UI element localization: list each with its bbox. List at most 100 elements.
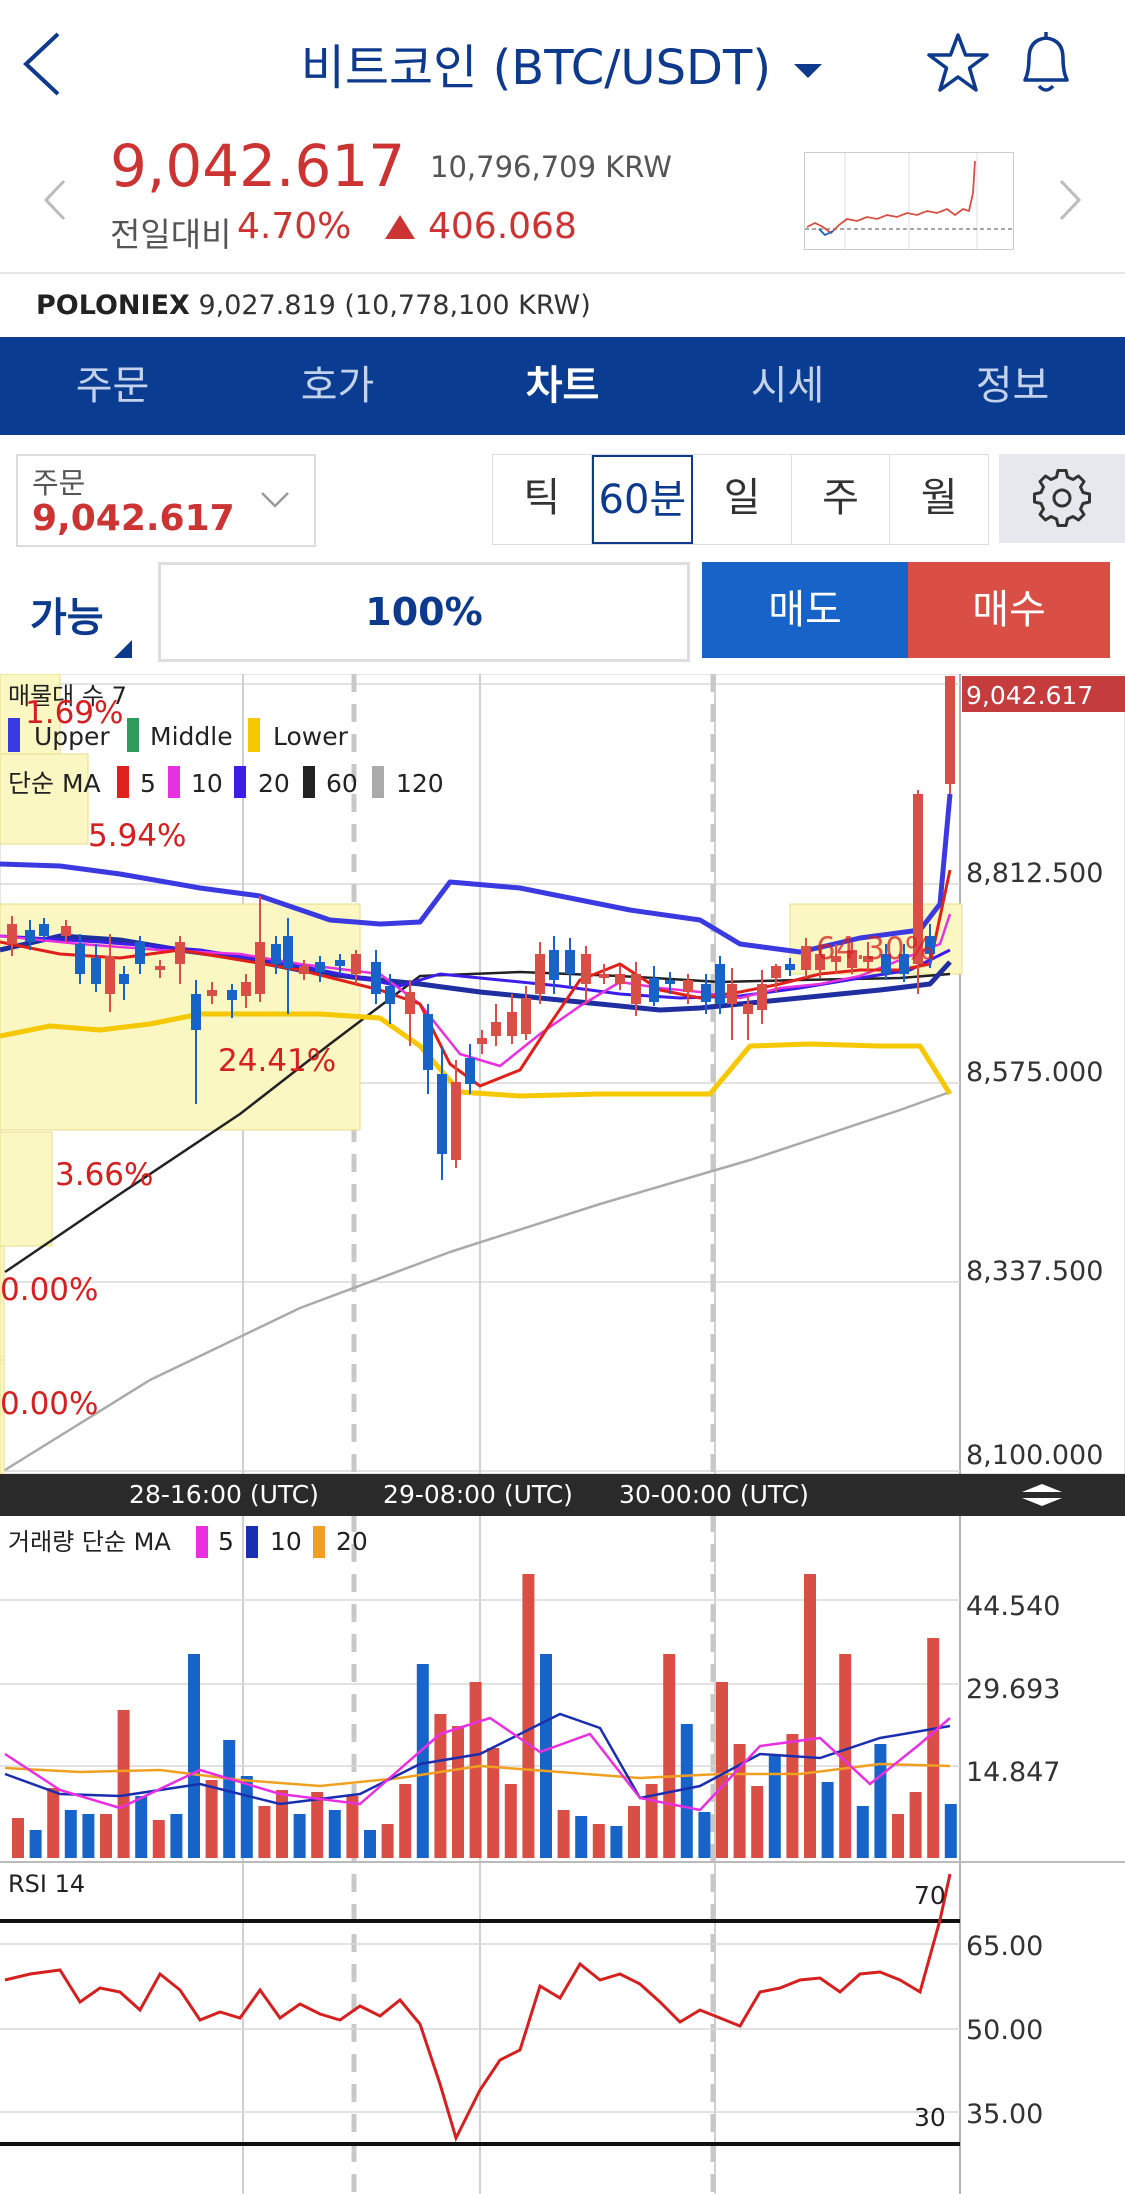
period-60min[interactable]: 60분	[591, 455, 694, 544]
buy-button[interactable]: 매수	[908, 562, 1110, 658]
sell-button[interactable]: 매도	[702, 562, 908, 658]
percent-selector[interactable]: 100%	[158, 562, 690, 662]
chart-settings-button[interactable]	[999, 454, 1125, 543]
x-tick: 28-16:00 (UTC)	[129, 1480, 319, 1509]
change-label: 전일대비	[110, 215, 232, 254]
volume-bar	[716, 1682, 728, 1858]
candle-body	[39, 924, 49, 936]
change-percent: 4.70%	[237, 206, 352, 247]
next-coin-arrow-icon[interactable]	[1055, 175, 1085, 225]
volume-bar	[856, 1806, 869, 1858]
sparkline-mini-chart[interactable]	[804, 152, 1014, 250]
volume-bar	[927, 1638, 940, 1858]
period-tick[interactable]: 틱	[493, 455, 592, 544]
candle-body	[207, 990, 217, 996]
dropdown-caret-icon	[794, 64, 823, 78]
candle-body	[631, 974, 641, 1004]
candle-body	[615, 974, 625, 984]
legend-swatch	[313, 1526, 325, 1558]
change-amount: 406.068	[428, 206, 577, 247]
volume-bar	[751, 1786, 764, 1858]
volume-bar	[663, 1654, 676, 1858]
candle-body	[565, 950, 575, 974]
y-tick: 65.00	[966, 1931, 1043, 1962]
candle-body	[757, 984, 767, 1010]
rsi-label: RSI 14	[8, 1870, 85, 1898]
candle-body	[175, 942, 185, 964]
volume-bar	[240, 1776, 253, 1858]
vp-label: 3.66%	[55, 1157, 153, 1193]
divider	[0, 272, 1125, 274]
candle-body	[727, 984, 737, 1004]
tab-chart[interactable]: 차트	[450, 337, 675, 435]
candle-body	[945, 676, 955, 784]
volume-bar	[223, 1740, 236, 1858]
candle-body	[299, 966, 309, 974]
legend-label: 120	[396, 769, 444, 798]
candle-body	[371, 962, 381, 994]
y-tick: 14.847	[966, 1757, 1060, 1788]
tab-market[interactable]: 시세	[675, 337, 900, 435]
volume-bar	[258, 1806, 271, 1858]
candle-body	[191, 994, 201, 1030]
period-day[interactable]: 일	[693, 455, 792, 544]
volume-bar	[610, 1826, 623, 1858]
vp-label: 0.00%	[0, 1272, 98, 1308]
volume-ma-label: 거래량 단순 MA	[8, 1528, 171, 1556]
volume-bar	[786, 1734, 799, 1858]
bell-icon[interactable]	[1013, 28, 1079, 98]
prev-coin-arrow-icon[interactable]	[40, 175, 70, 225]
last-price-label: 9,042.617	[966, 681, 1093, 710]
candle-body	[649, 978, 659, 1002]
volume-bar	[311, 1792, 324, 1858]
volume-profile-box	[0, 1131, 53, 1247]
krw-price: 10,796,709 KRW	[430, 150, 672, 184]
period-week[interactable]: 주	[791, 455, 891, 544]
star-icon[interactable]	[925, 30, 991, 96]
top-app-bar: 비트코인 (BTC/USDT)	[0, 0, 1125, 130]
legend-swatch	[248, 718, 260, 752]
order-label: 주문	[32, 466, 86, 500]
candle-body	[535, 954, 545, 994]
x-tick: 30-00:00 (UTC)	[619, 1480, 809, 1509]
tab-order[interactable]: 주문	[0, 337, 225, 435]
tab-info[interactable]: 정보	[900, 337, 1125, 435]
legend-label: Lower	[273, 722, 349, 751]
legend-swatch	[196, 1526, 208, 1558]
legend-label: 5	[218, 1527, 234, 1556]
candle-body	[315, 962, 325, 972]
volume-bar	[117, 1710, 130, 1858]
vp-label: 5.94%	[88, 818, 186, 854]
candle-body	[423, 1014, 433, 1070]
volume-bar	[557, 1810, 570, 1858]
legend-swatch	[303, 766, 315, 798]
current-price: 9,042.617	[110, 132, 406, 200]
exchange-value: 9,027.819 (10,778,100 KRW)	[198, 290, 591, 321]
candle-body	[91, 958, 101, 984]
tab-orderbook[interactable]: 호가	[225, 337, 450, 435]
volume-bar	[399, 1784, 412, 1858]
order-price-dropdown[interactable]: 주문 9,042.617	[16, 454, 316, 547]
volume-bar	[698, 1812, 711, 1858]
available-selector[interactable]: 가능	[30, 585, 104, 643]
volume-bar	[592, 1824, 605, 1858]
candle-body	[227, 990, 237, 1000]
legend-swatch	[372, 766, 384, 798]
volume-bar	[487, 1748, 500, 1858]
legend-swatch	[8, 718, 20, 752]
candle-body	[351, 954, 361, 974]
up-triangle-icon	[385, 215, 415, 239]
candle-body	[7, 924, 17, 944]
candle-body	[241, 982, 251, 996]
volume-bar	[381, 1824, 394, 1858]
chart-grid	[0, 674, 1125, 2194]
volume-bar	[100, 1814, 112, 1858]
candle-body	[405, 992, 415, 1014]
period-month[interactable]: 월	[890, 455, 988, 544]
price-chart[interactable]: 28-16:00 (UTC) 29-08:00 (UTC) 30-00:00 (…	[0, 674, 1125, 2194]
volume-bar	[768, 1756, 781, 1858]
candle-body	[335, 960, 345, 966]
vp-label: 1.69%	[25, 695, 123, 731]
candle-body	[451, 1082, 461, 1160]
corner-triangle-icon	[114, 640, 132, 658]
